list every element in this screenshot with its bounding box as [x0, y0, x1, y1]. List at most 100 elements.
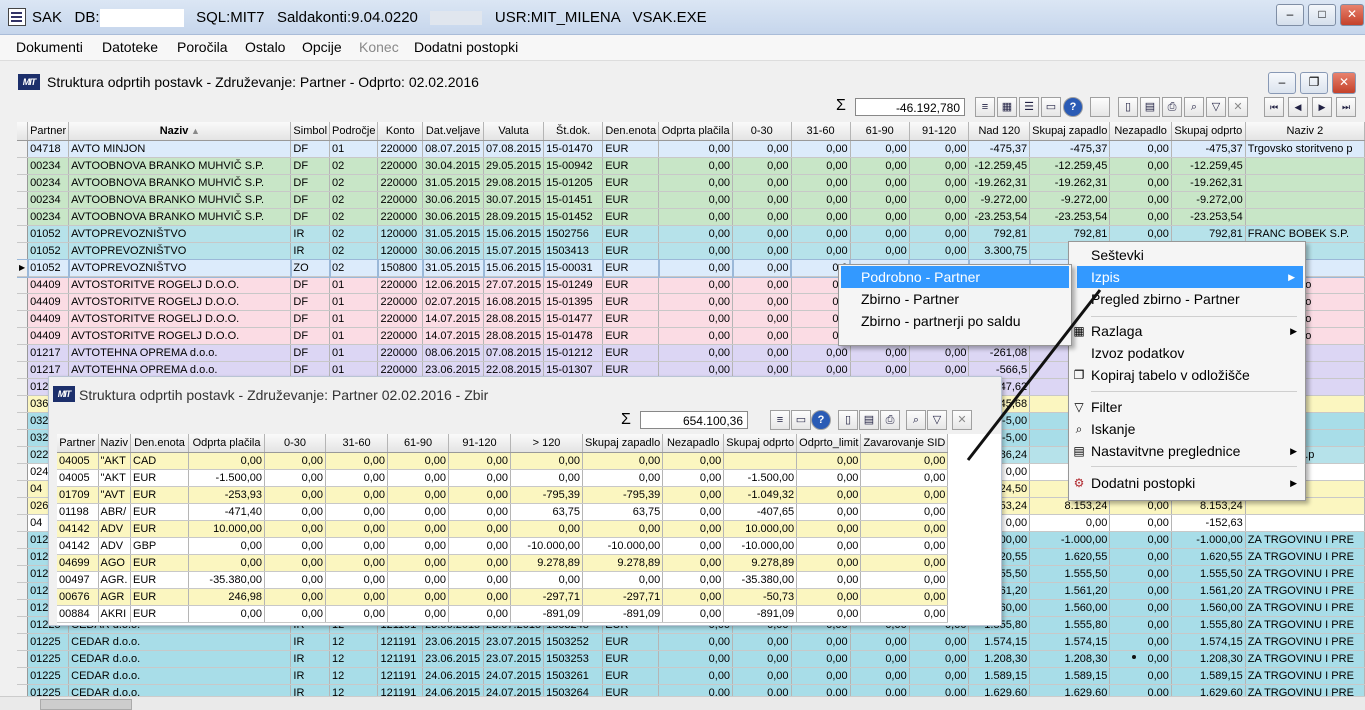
search-icon[interactable]: ⌕: [1184, 97, 1204, 117]
zbir-table-row[interactable]: 04005 "AKT EUR -1.500,00 0,00 0,00 0,00 0,00 0,0…: [57, 469, 949, 487]
zbir-column-header[interactable]: Zavarovanje SID: [860, 434, 949, 453]
calendar-icon[interactable]: ▦: [997, 97, 1017, 117]
zbir-column-header[interactable]: Skupaj zapadlo: [582, 434, 664, 453]
table-row[interactable]: 01225CEDAR d.o.o.IR1212119123.06.201523.…: [17, 633, 1365, 651]
column-header[interactable]: Nezapadlo: [1109, 122, 1172, 141]
zbir-column-header[interactable]: 31-60: [325, 434, 389, 453]
menu-item-sestevki[interactable]: Seštevki: [1069, 244, 1305, 266]
column-header[interactable]: Konto: [377, 122, 424, 141]
zbir-table-row[interactable]: 01198 ABR/EUR -471,40 0,00 0,00 0,00 0,00 63,75…: [57, 503, 949, 521]
scrollbar-thumb[interactable]: [40, 699, 132, 710]
filter-icon[interactable]: ▽: [1206, 97, 1226, 117]
column-header[interactable]: Partner: [27, 122, 70, 141]
table-row[interactable]: 01225 CEDAR d.o.o. IR 12 121191 24.06.2015 24.…: [17, 684, 1365, 696]
zbir-table-row[interactable]: 01709 "AVT EUR -253,93 0,00 0,00 0,00 0,00 -795,…: [57, 486, 949, 504]
menu-item-kopiraj-tabelo[interactable]: ❐ Kopiraj tabelo v odložišče: [1069, 364, 1305, 386]
column-header[interactable]: Skupaj zapadlo: [1029, 122, 1111, 141]
menu-item-razlaga[interactable]: ▦ Razlaga ▶: [1069, 320, 1305, 342]
zbir-column-header[interactable]: 91-120: [448, 434, 512, 453]
menu-dokumenti[interactable]: Dokumenti: [16, 39, 83, 55]
zbir-search-icon[interactable]: ⌕: [906, 410, 926, 430]
zbir-column-header[interactable]: Odprto_limit: [796, 434, 862, 453]
zbir-monitor-icon[interactable]: ▭: [791, 410, 811, 430]
first-record-icon[interactable]: ⏮: [1264, 97, 1284, 117]
column-header[interactable]: Naziv 2: [1245, 122, 1365, 141]
column-header[interactable]: Odprta plačila: [658, 122, 734, 141]
zbir-filter-icon[interactable]: ▽: [927, 410, 947, 430]
blank-icon[interactable]: [1090, 97, 1110, 117]
zbir-open-folder-icon[interactable]: ▤: [859, 410, 879, 430]
help-icon[interactable]: ?: [1063, 97, 1083, 117]
column-header[interactable]: Nad 120: [968, 122, 1031, 141]
horizontal-scrollbar[interactable]: [0, 696, 1365, 710]
menu-porocila[interactable]: Poročila: [177, 39, 228, 55]
delete-icon[interactable]: ✕: [1228, 97, 1248, 117]
table-row[interactable]: 00234 AVTOOBNOVA BRANKO MUHVIČ S.P. DF 02 22…: [17, 157, 1365, 175]
column-header[interactable]: Št.dok.: [543, 122, 604, 141]
column-header[interactable]: 0-30: [732, 122, 792, 141]
zbir-column-header[interactable]: Naziv: [98, 434, 132, 453]
new-doc-icon[interactable]: ▯: [1118, 97, 1138, 117]
zbir-column-header[interactable]: Partner: [57, 434, 99, 453]
zbir-delete-icon[interactable]: ✕: [952, 410, 972, 430]
table-row[interactable]: 00234 AVTOOBNOVA BRANKO MUHVIČ S.P. DF 02 22…: [17, 174, 1365, 192]
close-button[interactable]: ✕: [1340, 4, 1364, 26]
next-record-icon[interactable]: ▶: [1312, 97, 1332, 117]
export-icon[interactable]: ☰: [1019, 97, 1039, 117]
column-header[interactable]: 31-60: [791, 122, 851, 141]
menu-ostalo[interactable]: Ostalo: [245, 39, 285, 55]
table-row[interactable]: 01225CEDAR d.o.o.IR1212119123.06.201523.…: [17, 650, 1365, 668]
prev-record-icon[interactable]: ◀: [1288, 97, 1308, 117]
table-row[interactable]: 00234 AVTOOBNOVA BRANKO MUHVIČ S.P. DF 02 22…: [17, 208, 1365, 226]
zbir-column-header[interactable]: > 120: [510, 434, 584, 453]
zbir-table-row[interactable]: 04142 ADV GBP 0,00 0,00 0,00 0,00 0,00 -10.000,0…: [57, 537, 949, 555]
monitor-icon[interactable]: ▭: [1041, 97, 1061, 117]
zbir-table-row[interactable]: 04142 ADV EUR 10.000,00 0,00 0,00 0,00 0,00 0,00…: [57, 520, 949, 538]
mdi-minimize-button[interactable]: ‒: [1268, 72, 1296, 94]
menu-item-izvoz-podatkov[interactable]: Izvoz podatkov: [1069, 342, 1305, 364]
zbir-table-row[interactable]: 04005 "AKT CAD 0,00 0,00 0,00 0,00 0,00 0,00 0,00…: [57, 452, 949, 470]
zbir-print-icon[interactable]: ⎙: [880, 410, 900, 430]
column-header[interactable]: Področje: [329, 122, 379, 141]
menu-item-nastavitve[interactable]: ▤ Nastavitvne preglednice ▶: [1069, 440, 1305, 462]
menu-item-pregled-zbirno[interactable]: Pregled zbirno - Partner: [1069, 288, 1305, 310]
zbir-table-row[interactable]: 00884 AKRI EUR 0,00 0,00 0,00 0,00 0,00 -891,09-…: [57, 605, 949, 623]
print-icon[interactable]: ⎙: [1162, 97, 1182, 117]
menu-konec[interactable]: Konec: [359, 39, 399, 55]
zbir-column-header[interactable]: Skupaj odprto: [723, 434, 798, 453]
zbir-window[interactable]: MIT Struktura odprtih postavk - Združeva…: [48, 376, 1002, 626]
submenu-item-zbirno-po-saldu[interactable]: Zbirno - partnerji po saldu: [841, 310, 1069, 332]
menu-item-dodatni-postopki[interactable]: ⚙ Dodatni postopki ▶: [1069, 472, 1305, 494]
mdi-close-button[interactable]: ✕: [1332, 72, 1356, 94]
column-header[interactable]: Den.enota: [602, 122, 660, 141]
zbir-column-header[interactable]: Nezapadlo: [662, 434, 725, 453]
table-row[interactable]: 01052 AVTOPREVOZNIŠTVO IR 02 120000 31.05.201…: [17, 225, 1365, 243]
maximize-button[interactable]: □: [1308, 4, 1336, 26]
zbir-table-row[interactable]: 00497 AGR. EUR -35.380,00 0,00 0,00 0,00 0,00 0,…: [57, 571, 949, 589]
submenu-item-zbirno-partner[interactable]: Zbirno - Partner: [841, 288, 1069, 310]
table-row[interactable]: 01225 CEDAR d.o.o. IR 12 121191 24.06.2015 24.…: [17, 667, 1365, 685]
column-header[interactable]: 61-90: [850, 122, 910, 141]
menu-opcije[interactable]: Opcije: [302, 39, 342, 55]
zbir-table-row[interactable]: 04699 AGO EUR 0,00 0,00 0,00 0,00 0,00 9.278,89 9…: [57, 554, 949, 572]
details-icon[interactable]: ≡: [975, 97, 995, 117]
zbir-grid[interactable]: Partner Naziv Den.enota Odprta plačila 0-30 3…: [57, 434, 1001, 625]
column-header[interactable]: Simbol: [290, 122, 331, 141]
column-header[interactable]: Naziv ▲: [68, 122, 292, 141]
column-header[interactable]: Dat.veljave: [422, 122, 485, 141]
table-row[interactable]: 04718 AVTO MINJON DF 01 220000 08.07.2015 07.0…: [17, 140, 1365, 158]
zbir-column-header[interactable]: Odprta plačila: [188, 434, 266, 453]
submenu-item-podrobno-partner[interactable]: Podrobno - Partner: [841, 266, 1069, 288]
minimize-button[interactable]: ‒: [1276, 4, 1304, 26]
open-folder-icon[interactable]: ▤: [1140, 97, 1160, 117]
zbir-new-doc-icon[interactable]: ▯: [838, 410, 858, 430]
table-row[interactable]: 00234 AVTOOBNOVA BRANKO MUHVIČ S.P. DF 02 22…: [17, 191, 1365, 209]
last-record-icon[interactable]: ⏭: [1336, 97, 1356, 117]
zbir-table-row[interactable]: 00676 AGR EUR 246,98 0,00 0,00 0,00 0,00 -297,71…: [57, 588, 949, 606]
column-header[interactable]: Skupaj odprto: [1171, 122, 1246, 141]
mdi-restore-button[interactable]: ❐: [1300, 72, 1328, 94]
column-header[interactable]: 91-120: [909, 122, 970, 141]
zbir-column-header[interactable]: 0-30: [264, 434, 327, 453]
menu-datoteke[interactable]: Datoteke: [102, 39, 158, 55]
zbir-details-icon[interactable]: ≡: [770, 410, 790, 430]
